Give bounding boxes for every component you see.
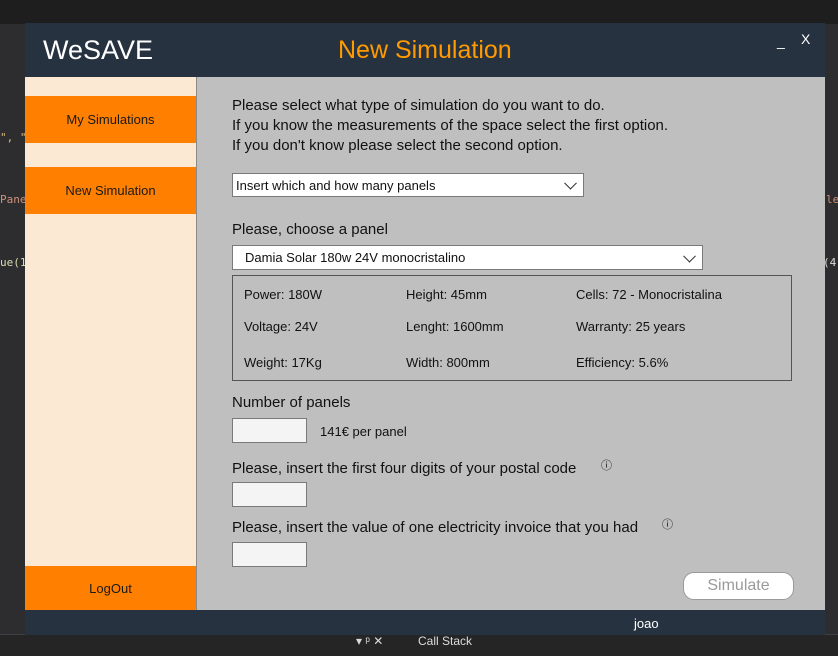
- spec-power: Power: 180W: [244, 287, 323, 302]
- spec-weight: Weight: 17Kg: [244, 355, 322, 370]
- sidebar: My Simulations New Simulation LogOut: [25, 77, 196, 610]
- call-stack-tab[interactable]: Call Stack: [418, 634, 472, 648]
- code-fragment: ", ": [0, 131, 27, 144]
- panel-select-value: Damia Solar 180w 24V monocristalino: [245, 250, 466, 265]
- panel-select[interactable]: Damia Solar 180w 24V monocristalino: [232, 245, 703, 270]
- postal-code-label: Please, insert the first four digits of …: [232, 460, 577, 477]
- spec-warranty: Warranty: 25 years: [576, 319, 686, 334]
- panels-count-input[interactable]: [232, 418, 307, 443]
- panel-label: Please, choose a panel: [232, 221, 388, 238]
- simulation-form: Please select what type of simulation do…: [197, 77, 825, 610]
- logout-button[interactable]: LogOut: [25, 566, 196, 610]
- intro-line: If you don't know please select the seco…: [232, 137, 563, 154]
- panels-count-label: Number of panels: [232, 394, 351, 411]
- invoice-input[interactable]: [232, 542, 307, 567]
- title-bar: WeSAVE New Simulation _ X: [25, 23, 825, 77]
- intro-line: Please select what type of simulation do…: [232, 97, 605, 114]
- code-fragment: ue(1: [0, 256, 27, 269]
- intro-text: Please select what type of simulation do…: [232, 96, 668, 156]
- spec-width: Width: 800mm: [406, 355, 490, 370]
- price-per-panel: 141€ per panel: [320, 424, 407, 439]
- panel-specs-box: Power: 180W Height: 45mm Cells: 72 - Mon…: [232, 275, 792, 381]
- code-fragment: (4): [823, 256, 838, 269]
- tool-window-controls[interactable]: ▾ ᵖ ✕: [356, 634, 383, 648]
- wesave-window: WeSAVE New Simulation _ X My Simulations…: [25, 23, 825, 635]
- intro-line: If you know the measurements of the spac…: [232, 117, 669, 134]
- my-simulations-button[interactable]: My Simulations: [25, 96, 196, 143]
- minimize-button[interactable]: _: [777, 33, 785, 49]
- app-brand: WeSAVE: [43, 35, 154, 65]
- status-bar: joao: [25, 610, 825, 635]
- ide-toolbar-background: [0, 0, 838, 24]
- postal-code-input[interactable]: [232, 482, 307, 507]
- spec-length: Lenght: 1600mm: [406, 319, 504, 334]
- spec-efficiency: Efficiency: 5.6%: [576, 355, 669, 370]
- code-fragment: Pane: [0, 193, 27, 206]
- chevron-down-icon: [564, 176, 577, 190]
- spec-cells: Cells: 72 - Monocristalina: [576, 287, 722, 302]
- new-simulation-button[interactable]: New Simulation: [25, 167, 196, 214]
- simulation-type-value: Insert which and how many panels: [236, 177, 436, 193]
- simulation-type-select[interactable]: Insert which and how many panels: [232, 173, 584, 197]
- code-fragment: le: [826, 193, 838, 206]
- spec-height: Height: 45mm: [406, 287, 487, 302]
- spec-voltage: Voltage: 24V: [244, 319, 318, 334]
- info-icon[interactable]: ⓘ: [662, 516, 673, 532]
- close-button[interactable]: X: [801, 31, 810, 47]
- chevron-down-icon: [683, 249, 696, 263]
- username-label: joao: [634, 616, 659, 631]
- page-title: New Simulation: [338, 36, 512, 64]
- invoice-label: Please, insert the value of one electric…: [232, 519, 639, 536]
- simulate-button[interactable]: Simulate: [683, 572, 794, 600]
- info-icon[interactable]: ⓘ: [601, 457, 612, 473]
